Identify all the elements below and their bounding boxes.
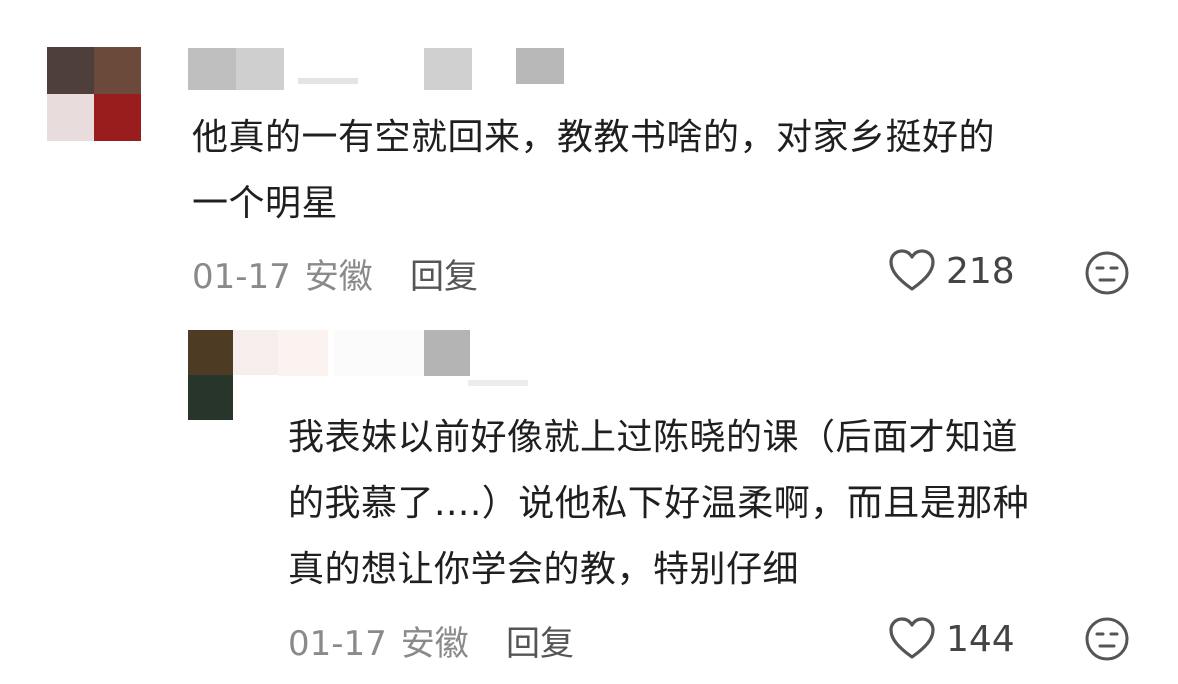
like-button[interactable]: 144 [888,616,1015,662]
comment-item: 我表妹以前好像就上过陈晓的课（后面才知道 的我慕了....）说他私下好温柔啊，而且… [0,320,1178,684]
reply-button[interactable]: 回复 [410,249,478,298]
avatar-pixel [188,375,233,420]
comment-text: 我表妹以前好像就上过陈晓的课（后面才知道 的我慕了....）说他私下好温柔啊，而且… [288,405,1148,603]
comment-date: 01-17 [192,257,291,297]
comment-text-line: 真的想让你学会的教，特别仔细 [288,549,800,590]
avatar-pixel [94,94,141,141]
avatar-pixel [188,330,233,375]
like-count: 144 [946,618,1015,660]
heart-outline-icon [889,249,935,291]
comment-text-line: 他真的一有空就回来，教教书啥的，对家乡挺好的 [192,117,996,158]
watermark-overlay [440,632,740,676]
comment-meta: 01-17 安徽 [192,249,373,298]
dislike-button[interactable] [1084,250,1130,300]
like-count: 218 [946,250,1015,292]
dislike-face-icon [1085,617,1129,661]
avatar[interactable] [47,47,141,141]
heart-outline-icon [889,617,935,659]
comment-text-line: 一个明星 [192,183,339,224]
avatar[interactable] [188,330,278,420]
dislike-button[interactable] [1084,616,1130,666]
comment-text: 他真的一有空就回来，教教书啥的，对家乡挺好的 一个明星 [192,105,1152,237]
comment-text-line: 我表妹以前好像就上过陈晓的课（后面才知道 [288,417,1019,458]
comment-date: 01-17 [288,624,387,664]
username-blurred[interactable] [188,48,568,90]
comment-item: 他真的一有空就回来，教教书啥的，对家乡挺好的 一个明星 01-17 安徽 回复 21… [0,0,1178,320]
comment-region: 安徽 [304,257,373,297]
avatar-pixel [47,47,94,94]
dislike-face-icon [1085,251,1129,295]
avatar-pixel [233,375,278,420]
username-blurred[interactable] [278,330,538,390]
avatar-pixel [94,47,141,94]
comment-text-line: 的我慕了....）说他私下好温柔啊，而且是那种 [288,483,1030,524]
like-button[interactable]: 218 [888,248,1015,294]
avatar-pixel [233,330,278,375]
avatar-pixel [47,94,94,141]
